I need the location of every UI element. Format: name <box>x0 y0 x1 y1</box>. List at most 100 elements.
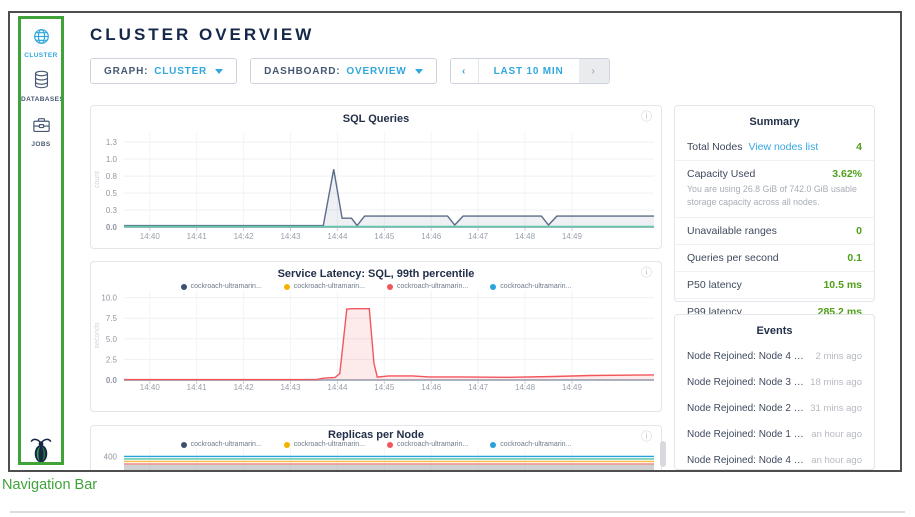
svg-text:seconds: seconds <box>94 322 101 349</box>
svg-text:400: 400 <box>104 452 118 461</box>
time-range-label[interactable]: LAST 10 MIN <box>479 59 579 83</box>
chart-canvas[interactable]: 14:40 14:41 14:42 14:43 14:44 14:45 14:46 14:47… <box>91 106 661 248</box>
chart-card-sql-queries: SQL Queries ⓘ 14:4014:4114:4214:4314:441… <box>90 105 662 249</box>
event-row[interactable]: Node Rejoined: Node 2 rej... 31 mins ago <box>675 395 874 421</box>
sidebar-item-label: JOBS <box>21 141 61 148</box>
summary-row-qps: Queries per second 0.1 <box>675 245 874 272</box>
summary-value: 3.62% <box>832 168 862 180</box>
dashboard-dropdown-value: OVERVIEW <box>346 66 406 77</box>
events-panel: Events Node Rejoined: Node 4 rej... 2 mi… <box>674 314 875 470</box>
graph-dropdown-value: CLUSTER <box>154 66 207 77</box>
summary-value: 10.5 ms <box>823 279 862 291</box>
svg-text:count: count <box>94 171 101 188</box>
annotation-caption: Navigation Bar <box>2 477 97 493</box>
summary-row-p50: P50 latency 10.5 ms <box>675 272 874 299</box>
chevron-down-icon <box>215 69 223 74</box>
view-nodes-list-link[interactable]: View nodes list <box>748 141 818 153</box>
page-title: CLUSTER OVERVIEW <box>90 25 314 45</box>
svg-text:1.0: 1.0 <box>106 155 118 164</box>
svg-text:14:47: 14:47 <box>468 383 489 392</box>
svg-text:10.0: 10.0 <box>101 294 117 303</box>
svg-text:14:46: 14:46 <box>421 232 442 241</box>
svg-text:14:43: 14:43 <box>280 383 301 392</box>
summary-label: P50 latency <box>687 279 742 291</box>
svg-text:14:42: 14:42 <box>234 383 255 392</box>
svg-text:7.5: 7.5 <box>106 314 118 323</box>
summary-row-total-nodes: Total Nodes View nodes list 4 <box>675 134 874 161</box>
summary-panel: Summary Total Nodes View nodes list 4 Cap… <box>674 105 875 302</box>
sidebar-item-label: CLUSTER <box>21 52 61 59</box>
svg-text:0.3: 0.3 <box>106 206 118 215</box>
event-row[interactable]: Node Rejoined: Node 3 rej... 18 mins ago <box>675 369 874 395</box>
svg-text:14:44: 14:44 <box>327 383 348 392</box>
svg-text:2.5: 2.5 <box>106 355 118 364</box>
sidebar-item-cluster[interactable]: CLUSTER <box>21 28 61 59</box>
event-row[interactable]: Node Rejoined: Node 4 rej... 2 mins ago <box>675 343 874 369</box>
svg-text:14:42: 14:42 <box>234 232 255 241</box>
briefcase-icon <box>32 117 51 139</box>
summary-row-capacity: Capacity Used 3.62% You are using 26.8 G… <box>675 161 874 218</box>
svg-text:14:41: 14:41 <box>187 232 208 241</box>
svg-text:14:45: 14:45 <box>374 383 395 392</box>
event-row[interactable]: Node Rejoined: Node 1 rej... an hour ago <box>675 421 874 447</box>
svg-text:14:44: 14:44 <box>327 232 348 241</box>
screenshot-root: { "annotation": {"label": "Navigation Ba… <box>0 0 915 517</box>
svg-text:14:47: 14:47 <box>468 232 489 241</box>
event-text: Node Rejoined: Node 4 rej... <box>687 351 805 362</box>
cockroach-labs-logo[interactable] <box>26 436 56 464</box>
dashboard-dropdown[interactable]: DASHBOARD: OVERVIEW <box>250 58 436 84</box>
svg-text:0.5: 0.5 <box>106 189 118 198</box>
svg-text:0.0: 0.0 <box>106 376 118 385</box>
svg-text:14:48: 14:48 <box>515 232 536 241</box>
svg-text:0.0: 0.0 <box>106 223 118 232</box>
sidebar-item-jobs[interactable]: JOBS <box>21 117 61 148</box>
svg-text:14:46: 14:46 <box>421 383 442 392</box>
summary-title: Summary <box>675 106 874 134</box>
svg-text:14:43: 14:43 <box>280 232 301 241</box>
chart-canvas[interactable]: 14:40 14:41 14:42 14:43 14:44 14:45 14:46 14:47… <box>91 262 661 411</box>
time-next-button: › <box>579 59 609 83</box>
svg-text:0.8: 0.8 <box>106 172 118 181</box>
scrollbar-thumb[interactable] <box>660 441 666 467</box>
graph-dropdown-label: GRAPH: <box>104 66 148 77</box>
controls-bar: GRAPH: CLUSTER DASHBOARD: OVERVIEW ‹ LAS… <box>90 58 610 84</box>
svg-text:14:40: 14:40 <box>140 383 161 392</box>
event-time: 2 mins ago <box>816 351 862 362</box>
svg-text:14:49: 14:49 <box>562 232 583 241</box>
globe-icon <box>33 28 50 50</box>
admin-ui-window: CLUSTER DATABASES JOBS CLUSTER OVERVIEW <box>8 11 902 472</box>
database-icon <box>33 70 50 94</box>
summary-value: 0 <box>856 225 862 237</box>
time-prev-button[interactable]: ‹ <box>451 59 479 83</box>
summary-label: Capacity Used <box>687 168 755 180</box>
svg-text:14:48: 14:48 <box>515 383 536 392</box>
summary-label: Total Nodes <box>687 141 742 153</box>
event-text: Node Rejoined: Node 4 rej... <box>687 455 805 466</box>
time-range-selector: ‹ LAST 10 MIN › <box>450 58 610 84</box>
event-text: Node Rejoined: Node 2 rej... <box>687 403 805 414</box>
graph-dropdown[interactable]: GRAPH: CLUSTER <box>90 58 237 84</box>
event-time: an hour ago <box>811 429 862 440</box>
chart-canvas[interactable]: 14:4014:4114:4214:4314:4414:4514:4614:47… <box>91 426 661 472</box>
dashboard-dropdown-label: DASHBOARD: <box>264 66 340 77</box>
events-title: Events <box>675 315 874 343</box>
svg-text:14:45: 14:45 <box>374 232 395 241</box>
sidebar-item-label: DATABASES <box>21 96 61 103</box>
summary-label: Queries per second <box>687 252 779 264</box>
sidebar-item-databases[interactable]: DATABASES <box>21 70 61 103</box>
svg-text:14:49: 14:49 <box>562 383 583 392</box>
event-time: 31 mins ago <box>810 403 862 414</box>
event-time: 18 mins ago <box>810 377 862 388</box>
chart-card-service-latency: Service Latency: SQL, 99th percentile ⓘ … <box>90 261 662 412</box>
summary-label: Unavailable ranges <box>687 225 777 237</box>
bottom-divider <box>10 511 905 513</box>
summary-value: 4 <box>856 141 862 153</box>
event-row[interactable]: Node Rejoined: Node 4 rej... an hour ago <box>675 447 874 472</box>
svg-text:5.0: 5.0 <box>106 335 118 344</box>
capacity-note: You are using 26.8 GiB of 742.0 GiB usab… <box>675 181 874 217</box>
event-text: Node Rejoined: Node 1 rej... <box>687 429 805 440</box>
svg-text:14:41: 14:41 <box>187 383 208 392</box>
event-time: an hour ago <box>811 455 862 466</box>
svg-text:14:40: 14:40 <box>140 232 161 241</box>
event-text: Node Rejoined: Node 3 rej... <box>687 377 805 388</box>
